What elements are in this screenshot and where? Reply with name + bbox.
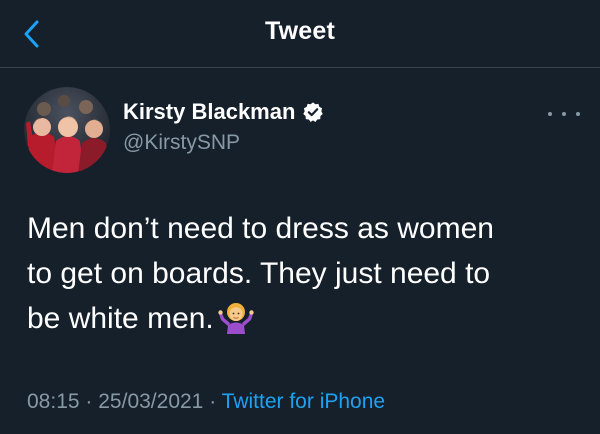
tweet-source-link[interactable]: Twitter for iPhone	[222, 390, 385, 413]
tweet-text-line: Men don’t need to dress as women	[27, 212, 494, 245]
avatar[interactable]	[24, 87, 110, 173]
tweet-text-fragment: be white men.	[27, 302, 214, 335]
tweet-text: Men don’t need to dress as women to get …	[27, 206, 587, 341]
author-handle[interactable]: @KirstySNP	[123, 131, 240, 155]
tweet-detail-screen: Tweet Kirsty Blackman @KirstySNP Men don…	[0, 0, 600, 434]
page-title: Tweet	[265, 17, 335, 45]
meta-separator: ·	[85, 390, 93, 413]
author-name-row: Kirsty Blackman	[123, 99, 324, 125]
top-navigation-bar: Tweet	[0, 0, 600, 68]
meta-separator: ·	[209, 390, 217, 413]
more-horizontal-icon	[576, 112, 580, 116]
more-horizontal-icon	[562, 112, 566, 116]
tweet-time: 08:15	[27, 390, 80, 413]
more-horizontal-icon	[548, 112, 552, 116]
tweet-metadata: 08:15 · 25/03/2021 · Twitter for iPhone	[27, 390, 385, 414]
tweet-text-line: be white men.	[27, 296, 587, 341]
profile-photo	[24, 87, 110, 173]
person-shrugging-emoji	[218, 303, 254, 334]
verified-badge-icon	[303, 102, 324, 122]
more-options-button[interactable]	[548, 106, 580, 122]
author-display-name[interactable]: Kirsty Blackman	[123, 99, 295, 125]
tweet-text-line: to get on boards. They just need to	[27, 257, 491, 290]
tweet-date: 25/03/2021	[98, 390, 204, 413]
